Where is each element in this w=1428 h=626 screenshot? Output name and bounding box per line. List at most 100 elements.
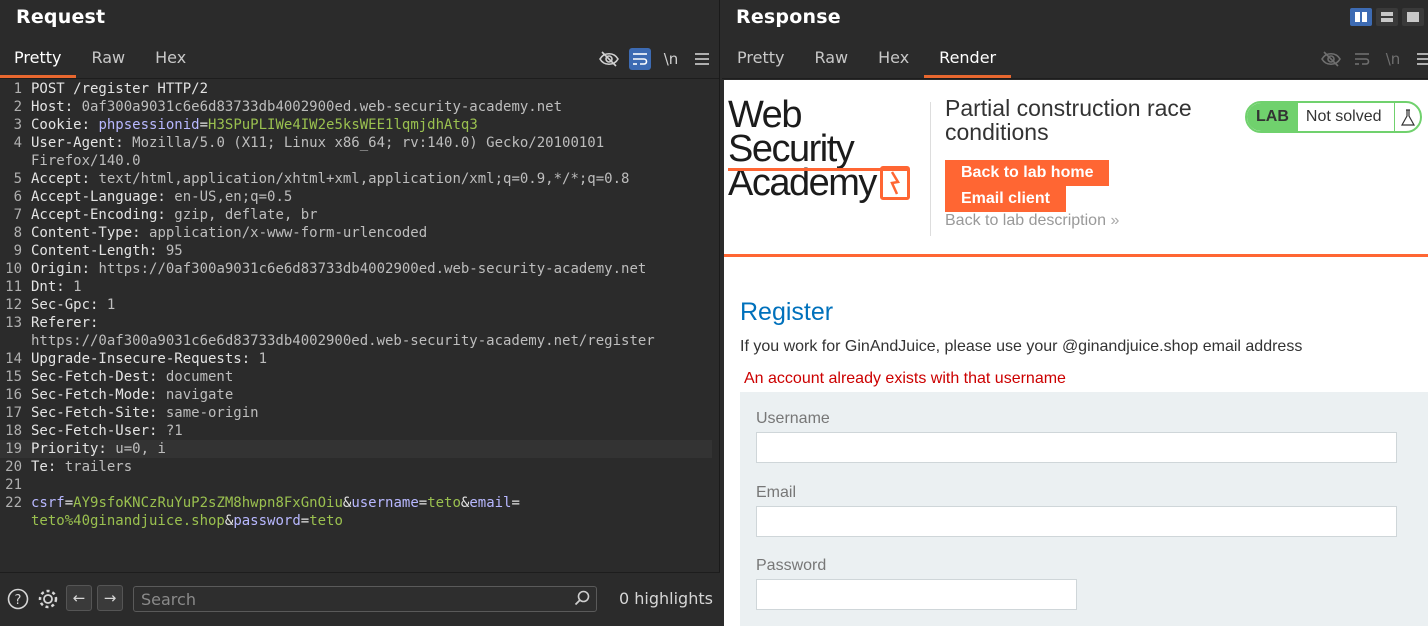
tab-render[interactable]: Render bbox=[924, 40, 1012, 78]
help-icon[interactable]: ? bbox=[6, 587, 30, 611]
code-line[interactable]: Firefox/140.0 bbox=[0, 152, 712, 170]
code-token: 1 bbox=[258, 351, 268, 367]
menu-icon[interactable] bbox=[691, 48, 713, 70]
eye-slash-icon[interactable] bbox=[598, 48, 620, 70]
code-line[interactable]: 1 POST /register HTTP/2 bbox=[0, 80, 712, 98]
arrow-left-icon[interactable]: ← bbox=[66, 585, 92, 611]
code-token: Content-Type: bbox=[31, 225, 150, 241]
back-to-lab-home-button[interactable]: Back to lab home bbox=[945, 160, 1110, 186]
code-token: gzip, deflate, br bbox=[174, 207, 318, 223]
code-line[interactable]: 15 Sec-Fetch-Dest: document bbox=[0, 368, 712, 386]
code-token: Mozilla/5.0 (X11; Linux x86_64; rv:140.0… bbox=[132, 135, 605, 151]
code-token: https://0af300a9031c6e6d83733db4002900ed… bbox=[98, 261, 647, 277]
password-label: Password bbox=[756, 557, 827, 574]
wrap-icon[interactable] bbox=[1351, 48, 1373, 70]
email-client-button[interactable]: Email client bbox=[945, 186, 1066, 212]
code-line[interactable]: 11 Dnt: 1 bbox=[0, 278, 712, 296]
line-code: Upgrade-Insecure-Requests: 1 bbox=[22, 350, 267, 368]
search-icon[interactable] bbox=[574, 590, 590, 610]
code-line[interactable]: 9 Content-Length: 95 bbox=[0, 242, 712, 260]
line-code: https://0af300a9031c6e6d83733db4002900ed… bbox=[22, 332, 655, 350]
rendered-page: Web Security Academy Partial constructio… bbox=[724, 80, 1428, 626]
tab-pretty[interactable]: Pretty bbox=[0, 40, 77, 78]
code-line[interactable]: 21 bbox=[0, 476, 712, 494]
email-field[interactable] bbox=[756, 506, 1397, 537]
line-code: Sec-Fetch-User: ?1 bbox=[22, 422, 183, 440]
code-token: en-US,en;q=0.5 bbox=[174, 189, 293, 205]
code-line[interactable]: 12 Sec-Gpc: 1 bbox=[0, 296, 712, 314]
code-line[interactable]: https://0af300a9031c6e6d83733db4002900ed… bbox=[0, 332, 712, 350]
back-to-lab-description-link[interactable]: Back to lab description » bbox=[945, 212, 1119, 230]
wsa-logo[interactable]: Web Security Academy bbox=[728, 94, 928, 202]
code-line[interactable]: 3 Cookie: phpsessionid=H3SPuPLIWe4IW2e5ks… bbox=[0, 116, 712, 134]
tab-raw[interactable]: Raw bbox=[76, 40, 140, 78]
split-vertical-icon[interactable] bbox=[1376, 8, 1398, 26]
bolt-icon bbox=[879, 166, 910, 200]
logo-line-1: Web Security bbox=[728, 94, 855, 170]
code-token: 95 bbox=[165, 243, 183, 259]
search-input[interactable] bbox=[134, 587, 564, 611]
code-token: u=0, i bbox=[115, 441, 166, 457]
code-line[interactable]: 14 Upgrade-Insecure-Requests: 1 bbox=[0, 350, 712, 368]
logo-line-2: Academy bbox=[728, 164, 928, 202]
eye-slash-icon[interactable] bbox=[1320, 48, 1342, 70]
username-field[interactable] bbox=[756, 432, 1397, 463]
line-code: Sec-Fetch-Dest: document bbox=[22, 368, 233, 386]
lab-label: LAB bbox=[1247, 103, 1298, 131]
code-line[interactable]: 18 Sec-Fetch-User: ?1 bbox=[0, 422, 712, 440]
menu-icon[interactable] bbox=[1413, 48, 1428, 70]
code-token: trailers bbox=[64, 459, 133, 475]
gear-icon[interactable] bbox=[36, 587, 60, 611]
tab-hex[interactable]: Hex bbox=[863, 40, 924, 78]
code-token: text/html,application/xhtml+xml,applicat… bbox=[98, 171, 630, 187]
code-token: Te: bbox=[31, 459, 65, 475]
line-number: 10 bbox=[5, 261, 22, 277]
newline-toggle[interactable]: \n bbox=[1382, 48, 1404, 70]
password-field[interactable] bbox=[756, 579, 1077, 610]
code-line[interactable]: 20 Te: trailers bbox=[0, 458, 712, 476]
code-line[interactable]: 8 Content-Type: application/x-www-form-ur… bbox=[0, 224, 712, 242]
flask-icon bbox=[1394, 103, 1420, 131]
code-line[interactable]: 5 Accept: text/html,application/xhtml+xml… bbox=[0, 170, 712, 188]
line-number: 5 bbox=[13, 171, 22, 187]
code-token: application/x-www-form-urlencoded bbox=[149, 225, 428, 241]
username-label: Username bbox=[756, 410, 830, 427]
arrow-right-icon[interactable]: → bbox=[97, 585, 123, 611]
tab-raw[interactable]: Raw bbox=[799, 40, 863, 78]
line-number: 12 bbox=[5, 297, 22, 313]
code-token: = bbox=[418, 495, 428, 511]
split-horizontal-icon[interactable] bbox=[1350, 8, 1372, 26]
code-line[interactable]: 6 Accept-Language: en-US,en;q=0.5 bbox=[0, 188, 712, 206]
code-line[interactable]: 13 Referer: bbox=[0, 314, 712, 332]
code-token: https://0af300a9031c6e6d83733db4002900ed… bbox=[31, 333, 655, 349]
code-line[interactable]: 19 Priority: u=0, i bbox=[0, 440, 712, 458]
wrap-icon[interactable] bbox=[629, 48, 651, 70]
line-code: Sec-Gpc: 1 bbox=[22, 296, 115, 314]
header-rule bbox=[724, 254, 1428, 257]
line-code: Te: trailers bbox=[22, 458, 132, 476]
code-line[interactable]: 22 csrf=AY9sfoKNCzRuYuP2sZM8hwpn8FxGnOiu&… bbox=[0, 494, 712, 512]
code-token: Host: bbox=[31, 99, 82, 115]
line-number: 6 bbox=[13, 189, 22, 205]
tab-hex[interactable]: Hex bbox=[140, 40, 201, 78]
code-token: Sec-Fetch-Mode: bbox=[31, 387, 166, 403]
line-code: Dnt: 1 bbox=[22, 278, 82, 296]
code-token: Sec-Fetch-User: bbox=[31, 423, 166, 439]
newline-toggle[interactable]: \n bbox=[660, 48, 682, 70]
line-number: 18 bbox=[5, 423, 22, 439]
tabs-divider bbox=[722, 78, 1428, 79]
request-editor[interactable]: 1 POST /register HTTP/2 2 Host: 0af300a9031… bbox=[0, 80, 712, 570]
line-number: 3 bbox=[13, 117, 22, 133]
code-token: teto bbox=[309, 513, 343, 529]
code-token: username bbox=[351, 495, 419, 511]
tab-pretty[interactable]: Pretty bbox=[722, 40, 799, 78]
code-line[interactable]: 16 Sec-Fetch-Mode: navigate bbox=[0, 386, 712, 404]
single-pane-icon[interactable] bbox=[1402, 8, 1424, 26]
code-line[interactable]: teto%40ginandjuice.shop&password=teto bbox=[0, 512, 712, 530]
code-line[interactable]: 2 Host: 0af300a9031c6e6d83733db4002900ed.… bbox=[0, 98, 712, 116]
code-line[interactable]: 10 Origin: https://0af300a9031c6e6d83733d… bbox=[0, 260, 712, 278]
code-line[interactable]: 4 User-Agent: Mozilla/5.0 (X11; Linux x86… bbox=[0, 134, 712, 152]
code-line[interactable]: 17 Sec-Fetch-Site: same-origin bbox=[0, 404, 712, 422]
header-separator bbox=[930, 102, 931, 236]
code-line[interactable]: 7 Accept-Encoding: gzip, deflate, br bbox=[0, 206, 712, 224]
